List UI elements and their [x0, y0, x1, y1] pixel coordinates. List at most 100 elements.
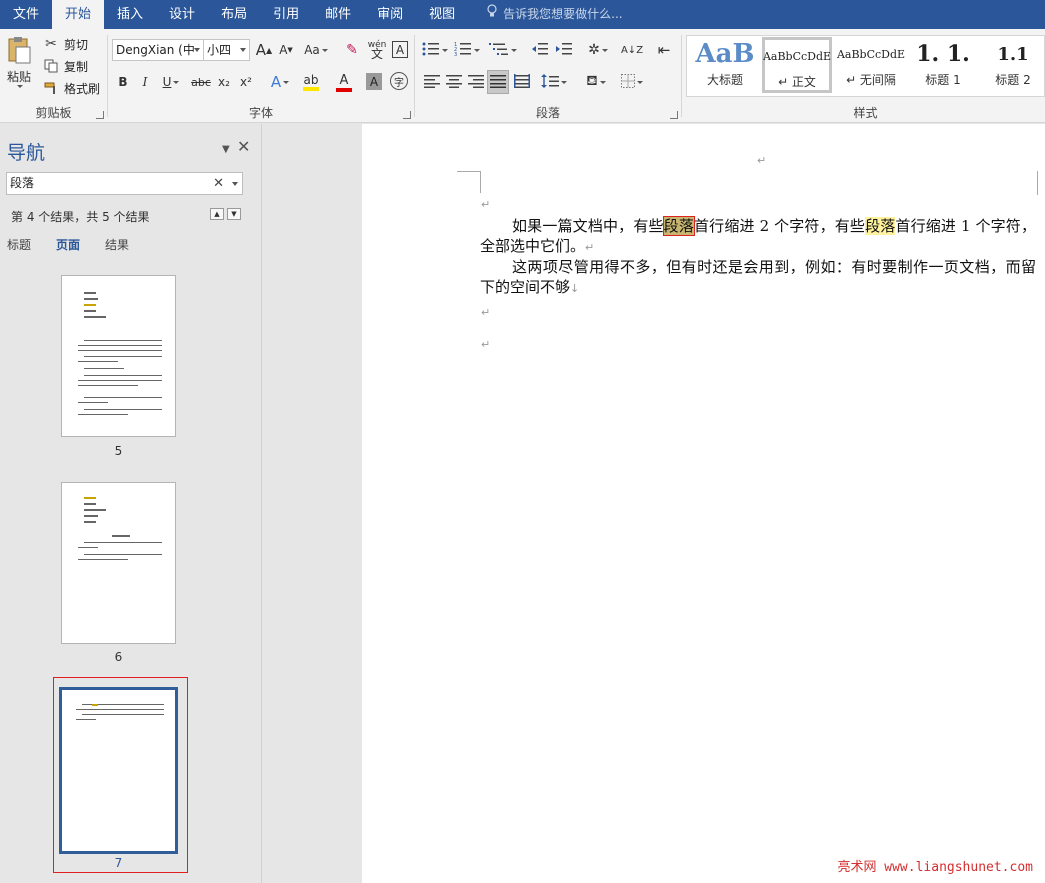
tab-design[interactable]: 设计 — [156, 0, 208, 29]
font-color-button[interactable]: A — [332, 72, 356, 92]
page-thumbnail-7[interactable] — [59, 687, 178, 854]
font-launcher-icon[interactable] — [403, 111, 411, 119]
paste-dropdown-icon[interactable] — [17, 85, 23, 88]
ribbon-tab-bar: 文件 开始 插入 设计 布局 引用 邮件 审阅 视图 告诉我您想要做什么... — [0, 0, 1045, 29]
tab-view[interactable]: 视图 — [416, 0, 468, 29]
tab-results[interactable]: 结果 — [105, 236, 129, 253]
border-grid-icon — [621, 73, 635, 91]
align-center-button[interactable] — [443, 71, 465, 93]
grow-font-button[interactable]: A ▲ — [255, 41, 273, 59]
style-normal[interactable]: AaBbCcDdE ↵ 正文 — [762, 37, 832, 93]
tab-references[interactable]: 引用 — [260, 0, 312, 29]
clipboard-launcher-icon[interactable] — [96, 111, 104, 119]
justify-button[interactable] — [487, 70, 509, 94]
paragraph-2[interactable]: 这两项尽管用得不多，但有时还是会用到，例如：有时要制作一页文档，而留下的空间不够… — [480, 257, 1036, 299]
document-page[interactable]: ↵ ↵ 如果一篇文档中，有些段落首行缩进 2 个字符，有些段落首行缩进 1 个字… — [362, 124, 1045, 883]
font-size-select[interactable]: 小四 — [203, 39, 250, 61]
ribbon: 粘贴 ✂ 剪切 复制 格式刷 剪贴板 DengXian (中 小四 A ▲ A … — [0, 29, 1045, 123]
bullets-button[interactable] — [421, 39, 449, 61]
shrink-font-icon: A — [279, 43, 288, 57]
italic-button[interactable]: I — [136, 73, 154, 91]
style-name: 标题 2 — [995, 73, 1031, 87]
shrink-font-button[interactable]: A ▼ — [277, 41, 295, 59]
increase-indent-button[interactable] — [553, 39, 575, 61]
thumb-line — [84, 503, 96, 505]
tell-me-box[interactable]: 告诉我您想要做什么... — [468, 0, 623, 29]
change-case-button[interactable]: Aa — [302, 41, 330, 59]
character-shading-button[interactable]: A — [366, 73, 382, 90]
scissors-icon: ✂ — [45, 36, 57, 52]
copy-button[interactable]: 复制 — [42, 57, 88, 75]
page-thumbnail-6[interactable] — [61, 482, 176, 644]
text-effects-button[interactable]: A — [268, 72, 292, 92]
format-painter-button[interactable]: 格式刷 — [42, 79, 100, 97]
tab-home[interactable]: 开始 — [52, 0, 105, 29]
tab-headings[interactable]: 标题 — [7, 236, 31, 253]
tab-layout[interactable]: 布局 — [208, 0, 260, 29]
align-left-icon — [424, 74, 440, 91]
paintbrush-icon — [42, 79, 60, 97]
paragraph-mark: ↵ — [585, 241, 595, 254]
decrease-indent-button[interactable] — [529, 39, 551, 61]
style-heading-2[interactable]: 1.1 标题 2 — [978, 37, 1045, 95]
format-painter-label: 格式刷 — [64, 81, 101, 96]
numbered-list-icon: 123 — [454, 41, 472, 60]
cut-button[interactable]: ✂ 剪切 — [42, 35, 88, 53]
tab-file[interactable]: 文件 — [0, 0, 53, 29]
shading-button[interactable]: ⛾ — [581, 71, 611, 93]
character-border-button[interactable]: A — [392, 41, 408, 58]
next-result-button[interactable]: ▼ — [227, 208, 241, 220]
previous-result-button[interactable]: ▲ — [210, 208, 224, 220]
borders-button[interactable] — [617, 71, 647, 93]
outdent-icon — [531, 42, 549, 59]
line-spacing-button[interactable] — [539, 71, 569, 93]
tab-review[interactable]: 审阅 — [364, 0, 416, 29]
bold-button[interactable]: B — [114, 73, 132, 91]
nav-search-input[interactable]: 段落 ✕ — [6, 172, 243, 195]
distributed-button[interactable] — [511, 71, 533, 93]
chevron-down-icon[interactable]: ▼ — [222, 144, 230, 155]
paragraph-launcher-icon[interactable] — [670, 111, 678, 119]
search-result-count: 第 4 个结果，共 5 个结果 — [11, 210, 150, 224]
clear-search-icon[interactable]: ✕ — [213, 173, 224, 194]
crop-mark — [480, 171, 481, 193]
thumb-line — [78, 361, 118, 362]
align-right-button[interactable] — [465, 71, 487, 93]
font-name-select[interactable]: DengXian (中 — [112, 39, 204, 61]
strikethrough-button[interactable]: abc — [190, 73, 212, 91]
paste-button[interactable]: 粘贴 — [3, 35, 35, 88]
multilevel-list-button[interactable] — [487, 39, 519, 61]
numbering-button[interactable]: 123 — [453, 39, 481, 61]
tab-insert[interactable]: 插入 — [104, 0, 156, 29]
thumb-line — [84, 298, 98, 300]
thumb-line — [82, 714, 164, 715]
thumb-line — [84, 340, 162, 341]
paragraph-mark: ↵ — [757, 154, 767, 167]
styles-group-label: 样式 — [853, 106, 878, 120]
clear-formatting-button[interactable]: ✎ — [342, 41, 362, 59]
close-icon[interactable]: ✕ — [237, 137, 250, 156]
font-group-label: 字体 — [248, 106, 273, 120]
paragraph-mark: ↵ — [481, 198, 491, 211]
underline-button[interactable]: U — [158, 73, 184, 91]
copy-label: 复制 — [64, 59, 89, 74]
page-thumbnail-5[interactable] — [61, 275, 176, 437]
style-heading-1[interactable]: 1. 1. 标题 1 — [908, 37, 978, 95]
subscript-button[interactable]: x₂ — [215, 73, 233, 91]
chevron-down-icon[interactable] — [232, 182, 238, 186]
style-no-spacing[interactable]: AaBbCcDdE ↵ 无间隔 — [836, 37, 906, 95]
paragraph-1[interactable]: 如果一篇文档中，有些段落首行缩进 2 个字符，有些段落首行缩进 1 个字符，全部… — [480, 216, 1036, 258]
tab-mailings[interactable]: 邮件 — [312, 0, 364, 29]
tell-me-text: 告诉我您想要做什么... — [503, 7, 623, 21]
superscript-button[interactable]: x² — [237, 73, 255, 91]
thumb-line — [78, 414, 128, 415]
chinese-layout-button[interactable]: ✲ — [583, 39, 613, 61]
tab-pages[interactable]: 页面 — [56, 236, 80, 253]
align-left-button[interactable] — [421, 71, 443, 93]
enclose-characters-button[interactable]: 字 — [390, 72, 408, 90]
phonetic-guide-button[interactable]: wén 文 — [368, 39, 387, 61]
show-marks-button[interactable]: ⇤ — [653, 39, 675, 61]
sort-button[interactable]: A↓Z — [621, 39, 643, 61]
style-big-title[interactable]: AaB 大标题 — [690, 37, 760, 95]
highlight-color-button[interactable]: ab — [298, 72, 324, 92]
